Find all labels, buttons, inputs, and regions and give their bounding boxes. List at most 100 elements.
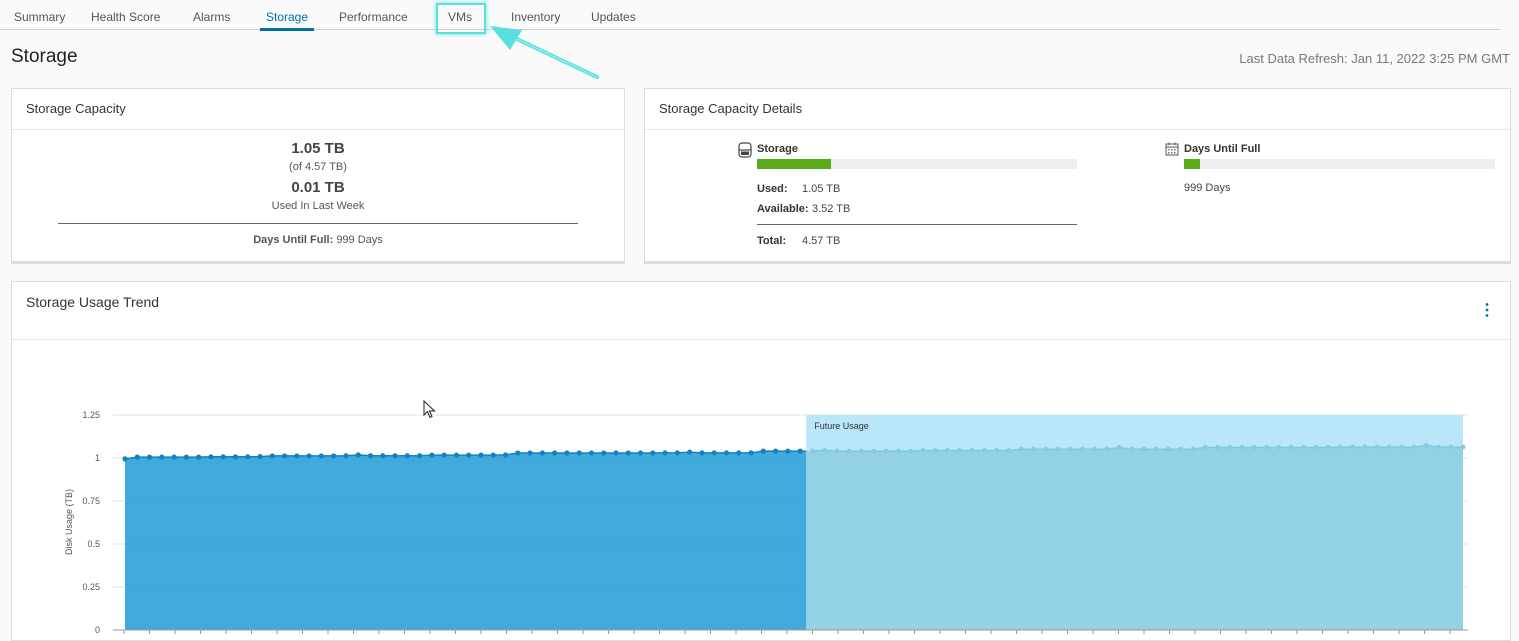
data-point-future [957,448,963,453]
data-point-future [1251,444,1257,450]
data-point-future [1362,444,1368,450]
future-usage-label: Future Usage [814,421,869,431]
data-point [674,450,680,456]
data-point-future [1178,446,1184,452]
data-point-future [1080,446,1085,452]
data-point-future [1215,444,1220,450]
data-point-future [895,448,901,454]
data-point [539,450,545,456]
data-point [294,453,300,459]
data-point-future [1276,444,1282,450]
data-point-future [1018,446,1024,452]
data-point-future [883,448,889,454]
y-tick-label: 0.25 [82,582,100,592]
y-axis-label: Disk Usage (TB) [64,489,74,555]
data-point-future [859,448,864,454]
data-point-future [1043,446,1049,452]
data-point-future [1448,444,1454,450]
data-point-future [945,448,950,453]
data-point-future [1104,446,1110,452]
data-point-future [822,447,828,453]
data-point [318,453,325,459]
data-point-future [1264,444,1269,450]
data-point [343,453,349,459]
data-point [429,452,435,458]
data-point-future [1460,444,1466,450]
data-point [699,450,705,456]
data-point [441,452,447,458]
data-point-future [1067,446,1073,452]
data-point [637,450,644,456]
data-point-future [1116,444,1122,450]
data-point-future [1350,444,1355,450]
data-point-future [1239,444,1245,450]
data-point [269,453,275,459]
data-point [417,453,423,459]
data-point [306,453,312,459]
storage-usage-chart: 0 0.25 0.5 0.75 1 1.25 Disk Usage (TB) Future U… [64,410,1468,634]
data-point [748,450,754,456]
data-point [220,454,226,460]
data-point [662,450,668,456]
mouse-cursor-icon [423,400,436,419]
data-point [760,448,766,454]
data-point [404,453,410,459]
data-point [564,450,570,456]
data-point [711,450,717,456]
data-point [171,454,177,460]
data-point [466,452,472,458]
series-future-area [806,445,1463,630]
y-tick-label: 0.5 [87,539,100,549]
data-point [392,453,398,459]
data-point [453,452,460,458]
y-tick-label: 1 [95,453,100,463]
data-point-future [834,448,840,454]
data-point-future [932,448,938,453]
data-point-future [1055,446,1061,452]
data-point-future [1129,446,1134,452]
data-point-future [1092,446,1098,452]
data-point-future [1313,444,1319,450]
data-point [601,450,607,456]
data-point-future [1436,444,1441,450]
data-point-future [1386,444,1392,450]
data-point [527,450,533,456]
data-point-future [908,448,914,454]
data-point [772,448,779,454]
data-point [490,452,496,458]
data-point [736,450,742,456]
y-tick-label: 1.25 [82,410,100,420]
data-point-future [1374,444,1380,450]
data-point-future [846,448,852,454]
data-point-future [1190,446,1196,452]
data-point [134,454,140,460]
data-point [281,453,288,459]
y-tick-label: 0 [95,625,100,634]
series-current-area [125,451,807,630]
data-point-future [1337,444,1343,450]
y-tick-label: 0.75 [82,496,100,506]
data-point [687,449,693,455]
data-point [257,454,263,460]
data-point [146,454,153,460]
data-point-future [1325,444,1331,450]
data-point-future [920,448,926,453]
data-point-future [1141,446,1147,452]
data-point-future [1202,444,1208,450]
data-point-future [1399,444,1405,450]
data-point-future [810,448,815,454]
data-point-future [1030,446,1036,452]
data-point [613,450,619,456]
data-point-future [1423,442,1429,448]
data-point [196,454,202,460]
data-point [723,450,730,456]
data-point [576,450,582,456]
data-point [367,453,374,459]
data-point [355,452,361,458]
data-point [183,454,189,460]
data-point [208,454,214,460]
data-point [502,452,509,458]
data-point [552,450,558,456]
data-point-future [871,448,877,454]
data-point [785,448,791,454]
